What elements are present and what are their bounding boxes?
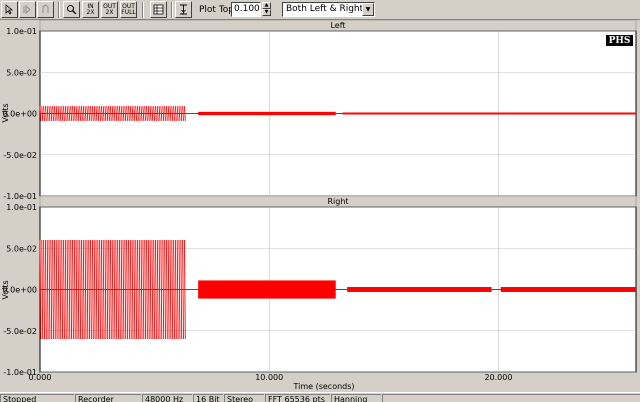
left-y-label: Volts (1, 103, 10, 122)
chevron-down-icon[interactable]: ▼ (362, 3, 374, 16)
left-trace-segment (198, 111, 336, 116)
spin-down-icon[interactable]: ▼ (262, 9, 271, 16)
left-y-tick-label: 5.0e-02 (6, 68, 37, 77)
status-channels: Stereo (224, 394, 264, 402)
record-icon[interactable] (19, 1, 36, 18)
left-y-tick-label: -1.0e-01 (3, 192, 37, 201)
table-icon[interactable] (150, 1, 167, 18)
status-mode: Recorder (75, 394, 141, 402)
pointer-icon[interactable] (1, 1, 18, 18)
toolbar-separator (142, 2, 144, 18)
cursor-icon[interactable] (175, 1, 192, 18)
zoom-icon[interactable] (63, 1, 80, 18)
right-y-label: Volts (1, 280, 10, 299)
status-state: Stopped (0, 394, 74, 402)
zoom-out-2x-button[interactable]: OUT 2X (101, 1, 118, 18)
right-y-tick-label: 1.0e-01 (6, 203, 37, 212)
zoom-in-2x-label: IN 2X (86, 2, 95, 16)
right-trace-segment (198, 280, 336, 299)
status-empty (382, 394, 640, 402)
right-panel: Right 1.0e-015.0e-020.0e+00-5.0e-02-1.0e… (1, 195, 637, 391)
phs-logo: PHS (605, 34, 634, 47)
plot-top-input[interactable]: 0.100 (231, 2, 261, 17)
right-y-tick-label: 5.0e-02 (6, 244, 37, 253)
status-bar: Stopped Recorder 48000 Hz 16 Bit Stereo … (0, 392, 640, 402)
zoom-out-full-button[interactable]: OUT FULL (120, 1, 137, 18)
left-panel-title: Left (330, 21, 345, 30)
channel-select-value: Both Left & Right (286, 4, 364, 14)
spin-up-icon[interactable]: ▲ (262, 2, 271, 9)
zoom-out-2x-label: OUT 2X (103, 2, 116, 16)
status-bits: 16 Bit (193, 394, 223, 402)
zoom-in-2x-button[interactable]: IN 2X (82, 1, 99, 18)
left-y-tick-label: 1.0e-01 (6, 27, 37, 36)
toolbar-separator (171, 2, 173, 18)
x-axis-label: Time (seconds) (292, 382, 354, 391)
toolbar-separator (58, 2, 60, 18)
right-trace-segment (347, 287, 492, 292)
channel-select[interactable]: Both Left & Right ▼ (282, 2, 375, 17)
plot-top-spinner[interactable]: ▲ ▼ (262, 2, 271, 17)
right-trace-segment (500, 287, 636, 292)
plot-area: Left 1.0e-015.0e-020.0e+00-5.0e-02-1.0e-… (0, 20, 640, 392)
toolbar: IN 2X OUT 2X OUT FULL Plot Top: 0.100 ▲ … (0, 0, 640, 20)
x-tick-label: 0.000 (29, 373, 52, 382)
status-window: Hanning (331, 394, 381, 402)
status-rate: 48000 Hz (142, 394, 192, 402)
left-panel: Left 1.0e-015.0e-020.0e+00-5.0e-02-1.0e-… (1, 20, 637, 201)
right-y-tick-label: -5.0e-02 (3, 327, 37, 336)
x-tick-label: 10.000 (255, 373, 283, 382)
right-panel-title: Right (327, 197, 348, 206)
x-tick-label: 20.000 (484, 373, 512, 382)
status-fft: FFT 65536 pts (265, 394, 330, 402)
marker-icon[interactable] (37, 1, 54, 18)
left-trace-segment (342, 112, 636, 115)
zoom-out-full-label: OUT FULL (121, 2, 136, 16)
left-y-tick-label: -5.0e-02 (3, 151, 37, 160)
